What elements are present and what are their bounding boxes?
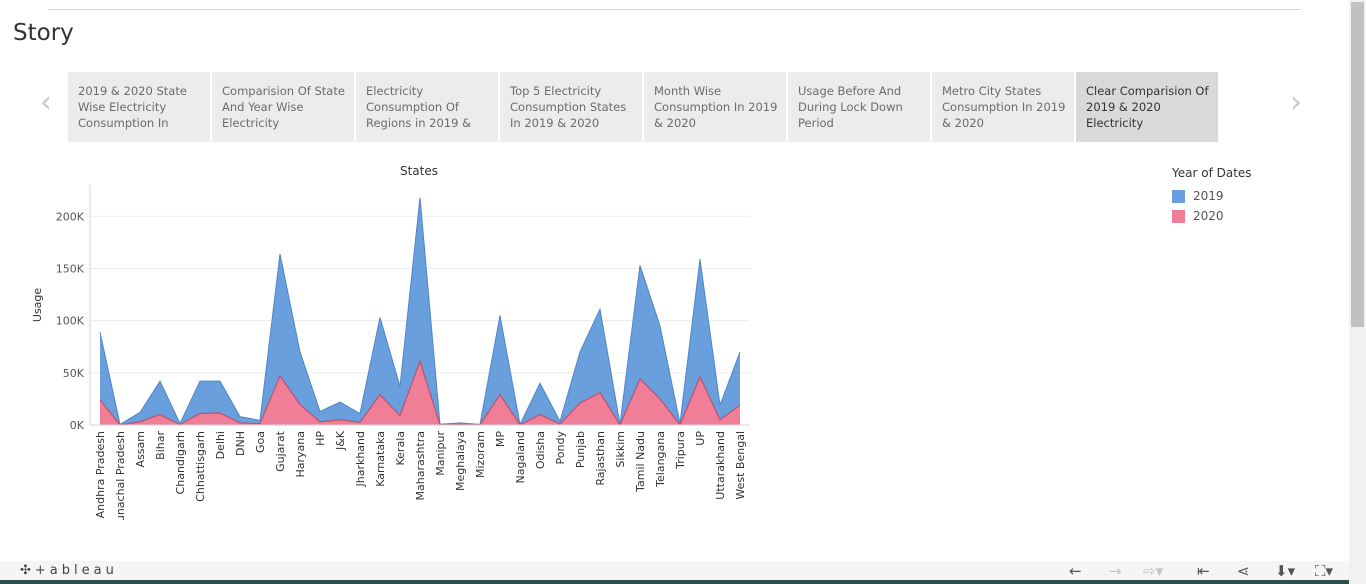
revert-icon[interactable]: ⇨▾ (1143, 562, 1163, 580)
y-axis-title: Usage (31, 288, 44, 323)
x-tick-label: Mizoram (474, 431, 487, 478)
x-tick-label: Odisha (534, 431, 547, 469)
legend-swatch (1172, 209, 1185, 223)
story-point-label: 2019 & 2020 State Wise Electricity Consu… (78, 84, 187, 130)
story-point-label: Top 5 Electricity Consumption States In … (510, 84, 627, 130)
x-tick-label: Tripura (674, 431, 687, 470)
bottom-bar (0, 580, 1349, 584)
x-tick-label: Kerala (394, 431, 407, 466)
x-tick-label: West Bengal (734, 431, 747, 500)
vertical-scrollbar[interactable] (1349, 0, 1366, 584)
story-point-label: Usage Before And During Lock Down Period (798, 84, 903, 130)
x-tick-label: Pondy (554, 431, 567, 465)
x-tick-label: Goa (254, 431, 267, 453)
y-tick-label: 50K (63, 367, 85, 380)
x-tick-label: Telangana (654, 431, 667, 488)
first-page-icon[interactable]: ⇤ (1197, 562, 1210, 580)
x-tick-label: Arunachal Pradesh (114, 431, 127, 520)
x-tick-label: Maharashtra (414, 431, 427, 501)
legend-item-2019[interactable]: 2019 (1172, 186, 1252, 206)
story-point-4[interactable]: Top 5 Electricity Consumption States In … (500, 72, 642, 142)
x-tick-label: Jharkhand (354, 431, 367, 488)
next-point-arrow-icon[interactable]: › (1290, 88, 1302, 118)
area-layer (99, 197, 741, 427)
y-tick-label: 100K (56, 315, 85, 328)
x-tick-label: Haryana (294, 431, 307, 478)
x-tick-label: Punjab (574, 431, 587, 468)
x-tick-label: Nagaland (514, 431, 527, 483)
x-tick-label: Manipur (434, 431, 447, 476)
share-icon[interactable]: ⋖ (1237, 562, 1250, 580)
x-tick-label: Karnataka (374, 431, 387, 487)
story-point-label: Comparision Of State And Year Wise Elect… (222, 84, 345, 130)
download-icon[interactable]: ⬇▾ (1275, 562, 1295, 580)
scrollbar-thumb[interactable] (1351, 2, 1364, 327)
y-tick-label: 150K (56, 262, 85, 275)
x-tick-label: HP (314, 431, 327, 446)
story-point-label: Electricity Consumption Of Regions in 20… (366, 84, 472, 130)
x-tick-label: UP (694, 431, 707, 446)
y-tick-label: 0K (70, 419, 85, 432)
story-point-label: Clear Comparision Of 2019 & 2020 Electri… (1086, 84, 1209, 130)
redo-icon[interactable]: → (1109, 562, 1122, 580)
legend: Year of Dates 2019 2020 (1172, 166, 1252, 226)
x-tick-label: Bihar (154, 431, 167, 460)
legend-title: Year of Dates (1172, 166, 1252, 180)
x-tick-label: Andhra Pradesh (94, 431, 107, 518)
top-divider (48, 9, 1301, 10)
story-point-3[interactable]: Electricity Consumption Of Regions in 20… (356, 72, 498, 142)
story-point-7[interactable]: Metro City States Consumption In 2019 & … (932, 72, 1074, 142)
story-point-8[interactable]: Clear Comparision Of 2019 & 2020 Electri… (1076, 72, 1218, 142)
undo-icon[interactable]: ← (1069, 562, 1082, 580)
story-point-6[interactable]: Usage Before And During Lock Down Period (788, 72, 930, 142)
x-tick-label: Gujarat (274, 430, 287, 472)
x-tick-label: Chhattisgarh (194, 431, 207, 502)
story-point-5[interactable]: Month Wise Consumption In 2019 & 2020 (644, 72, 786, 142)
story-navigator: 2019 & 2020 State Wise Electricity Consu… (68, 72, 1220, 142)
tableau-logo[interactable]: ✣+ableau (20, 563, 118, 578)
fullscreen-icon[interactable]: ⛶▾ (1315, 562, 1333, 580)
chart-title: States (400, 164, 438, 178)
x-tick-label: Uttarakhand (714, 431, 727, 500)
x-tick-label: DNH (234, 431, 247, 456)
x-tick-label: Assam (134, 431, 147, 467)
prev-point-arrow-icon[interactable]: ‹ (40, 88, 52, 118)
area-chart: 0K 50K 100K 150K 200K Andhra Pradesh Arunachal… (31, 164, 750, 520)
legend-swatch (1172, 189, 1185, 203)
story-point-label: Month Wise Consumption In 2019 & 2020 (654, 84, 778, 130)
story-point-2[interactable]: Comparision Of State And Year Wise Elect… (212, 72, 354, 142)
story-point-label: Metro City States Consumption In 2019 & … (942, 84, 1066, 130)
x-tick-label: Tamil Nadu (634, 431, 647, 493)
y-tick-label: 200K (56, 210, 85, 223)
x-tick-label: J&K (334, 430, 347, 451)
story-title: Story (13, 20, 74, 46)
legend-label: 2020 (1193, 209, 1224, 223)
legend-item-2020[interactable]: 2020 (1172, 206, 1252, 226)
x-tick-label: Chandigarh (174, 431, 187, 494)
x-tick-label: MP (494, 431, 507, 447)
x-tick-label: Delhi (214, 431, 227, 459)
story-point-1[interactable]: 2019 & 2020 State Wise Electricity Consu… (68, 72, 210, 142)
x-tick-label: Rajasthan (594, 431, 607, 486)
x-tick-label: Sikkim (614, 431, 627, 468)
legend-label: 2019 (1193, 189, 1224, 203)
x-tick-label: Meghalaya (454, 431, 467, 491)
